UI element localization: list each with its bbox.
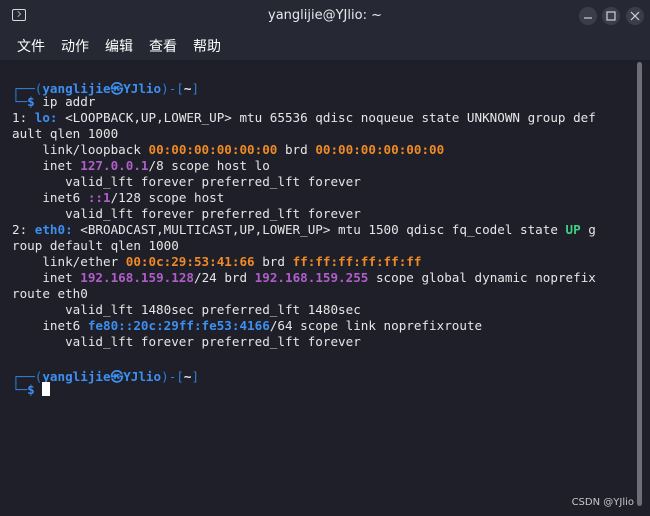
watermark: CSDN @YJlio (571, 497, 634, 508)
output-text: scope global dynamic noprefix (368, 270, 596, 285)
output-text: brd (254, 254, 293, 269)
prompt-at: ㉿ (110, 369, 124, 384)
output-line: valid_lft forever preferred_lft forever (12, 334, 361, 349)
output-text: /64 scope link noprefixroute (269, 318, 483, 333)
output-line: ault qlen 1000 (12, 126, 119, 141)
state-up: UP (565, 222, 581, 237)
output-line: inet6 fe80::20c:29ff:fe53:4166/64 scope … (12, 318, 482, 333)
output-text: <LOOPBACK,UP,LOWER_UP> mtu 65536 qdisc n… (57, 110, 596, 125)
menu-bar: 文件 动作 编辑 查看 帮助 (0, 32, 650, 60)
prompt-host: YJlio (123, 81, 162, 96)
title-bar: yanglijie@YJlio: ~ (0, 0, 650, 32)
prompt-frame: )-[ (161, 369, 184, 384)
iface-num: 2: (12, 222, 35, 237)
terminal-window: yanglijie@YJlio: ~ 文件 动作 编辑 查看 帮助 ┌──(ya… (0, 0, 650, 516)
ip-address: 192.168.159.128 (80, 270, 194, 285)
text-cursor (42, 382, 51, 396)
output-text: /24 brd (193, 270, 255, 285)
output-line: inet6 ::1/128 scope host (12, 190, 224, 205)
output-line: valid_lft forever preferred_lft forever (12, 174, 361, 189)
mac-address: ff:ff:ff:ff:ff:ff (292, 254, 422, 269)
iface-num: 1: (12, 110, 35, 125)
mac-address: 00:0c:29:53:41:66 (125, 254, 255, 269)
output-line: link/loopback 00:00:00:00:00:00 brd 00:0… (12, 142, 444, 157)
minimize-button[interactable] (579, 7, 597, 25)
output-text: inet (12, 270, 81, 285)
scrollbar[interactable] (633, 60, 650, 516)
minimize-icon (584, 17, 592, 19)
iface-name: lo: (34, 110, 58, 125)
menu-edit[interactable]: 编辑 (105, 36, 133, 56)
output-line: valid_lft 1480sec preferred_lft 1480sec (12, 302, 361, 317)
prompt-frame: ] (191, 81, 200, 96)
prompt-frame: └─ (12, 94, 28, 109)
output-text: brd (277, 142, 316, 157)
output-line: 2: eth0: <BROADCAST,MULTICAST,UP,LOWER_U… (12, 222, 596, 237)
prompt-frame: ] (191, 369, 200, 384)
output-line: roup default qlen 1000 (12, 238, 179, 253)
output-line: route eth0 (12, 286, 88, 301)
close-button[interactable] (626, 7, 644, 25)
menu-actions[interactable]: 动作 (61, 36, 89, 56)
scrollbar-thumb[interactable] (637, 62, 642, 506)
output-line: inet 192.168.159.128/24 brd 192.168.159.… (12, 270, 596, 285)
output-text: /8 scope host lo (148, 158, 270, 173)
window-title: yanglijie@YJlio: ~ (268, 8, 382, 23)
output-line: valid_lft forever preferred_lft forever (12, 206, 361, 221)
maximize-button[interactable] (602, 7, 620, 25)
prompt-host: YJlio (123, 369, 162, 384)
close-icon (630, 11, 640, 21)
ip-address: 192.168.159.255 (254, 270, 369, 285)
ip-address: ::1 (87, 190, 111, 205)
prompt-at: ㉿ (110, 81, 124, 96)
menu-help[interactable]: 帮助 (193, 36, 221, 56)
output-text: inet (12, 158, 81, 173)
command-line[interactable]: └─$ (12, 382, 51, 397)
terminal-output[interactable]: ┌──(yanglijie㉿YJlio)-[~] └─$ ip addr 1: … (0, 60, 633, 516)
prompt-frame: )-[ (161, 81, 184, 96)
menu-file[interactable]: 文件 (17, 36, 45, 56)
iface-name: eth0: (34, 222, 73, 237)
output-text: inet6 (12, 318, 88, 333)
output-line: link/ether 00:0c:29:53:41:66 brd ff:ff:f… (12, 254, 421, 269)
menu-view[interactable]: 查看 (149, 36, 177, 56)
output-text: g (580, 222, 596, 237)
output-text: link/loopback (12, 142, 149, 157)
prompt-user: yanglijie (42, 369, 111, 384)
command-text: ip addr (34, 94, 96, 109)
mac-address: 00:00:00:00:00:00 (148, 142, 278, 157)
maximize-icon (606, 11, 616, 21)
output-text: /128 scope host (110, 190, 225, 205)
mac-address: 00:00:00:00:00:00 (315, 142, 445, 157)
output-text: <BROADCAST,MULTICAST,UP,LOWER_UP> mtu 15… (72, 222, 566, 237)
output-line: 1: lo: <LOOPBACK,UP,LOWER_UP> mtu 65536 … (12, 110, 596, 125)
prompt-symbol: $ (27, 94, 35, 109)
output-text: inet6 (12, 190, 88, 205)
ip-address: fe80::20c:29ff:fe53:4166 (87, 318, 270, 333)
output-text: link/ether (12, 254, 126, 269)
prompt-frame: └─ (12, 382, 28, 397)
output-line: inet 127.0.0.1/8 scope host lo (12, 158, 270, 173)
ip-address: 127.0.0.1 (80, 158, 149, 173)
prompt-symbol: $ (27, 382, 35, 397)
command-line: └─$ ip addr (12, 94, 95, 109)
